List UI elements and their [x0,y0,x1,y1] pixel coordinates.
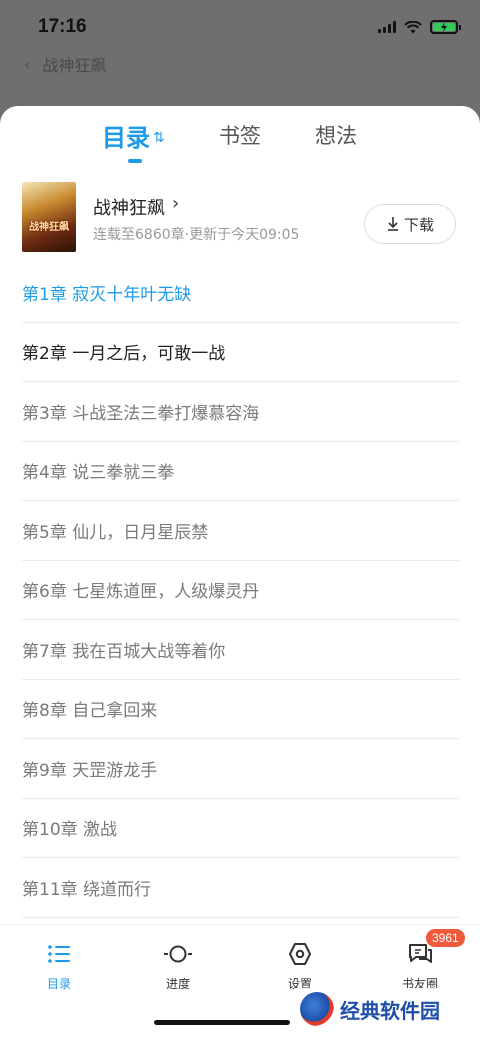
tab-ideas[interactable]: 想法 [315,120,357,150]
background-title: 战神狂飙 [42,56,107,75]
chapter-item[interactable]: 第4章 说三拳就三拳 [22,442,460,501]
book-title[interactable]: 战神狂飙 [93,194,165,220]
chapter-list: 第1章 寂灭十年叶无缺 第2章 一月之后，可敢一战 第3章 斗战圣法三拳打爆慕容… [22,263,460,918]
chapter-item[interactable]: 第3章 斗战圣法三拳打爆慕容海 [22,382,460,442]
sort-arrows-icon[interactable]: ⇅ [153,130,165,146]
home-indicator [154,1020,290,1025]
book-update-info: 连载至6860章·更新于今天09:05 [93,227,300,243]
settings-icon [289,943,311,965]
book-info: 战神狂飙 战神狂飙 › 连载至6860章·更新于今天09:05 下载 [22,180,458,256]
signal-icon [378,21,396,33]
book-cover[interactable]: 战神狂飙 [22,182,76,252]
tab-catalog[interactable]: 目录 [102,118,150,153]
chapter-item[interactable]: 第6章 七星炼道匣，人级爆灵丹 [22,561,460,620]
background-header: ‹ 战神狂飙 [24,52,106,76]
toolbar-settings-button[interactable]: 设置 [260,941,340,992]
chapter-item[interactable]: 第8章 自己拿回来 [22,680,460,739]
chapter-item[interactable]: 第9章 天罡游龙手 [22,739,460,799]
download-icon [387,217,398,231]
status-bar: 17:16 [0,0,480,58]
chapter-item[interactable]: 第7章 我在百城大战等着你 [22,620,460,680]
list-icon [48,945,70,963]
status-icons [378,20,461,34]
chevron-left-icon: ‹ [24,54,31,74]
watermark-text: 经典软件园 [340,998,440,1023]
book-cover-title: 战神狂飙 [29,222,69,233]
catalog-sheet: 目录 ⇅ 书签 想法 战神狂飙 战神狂飙 › 连载至6860章·更新于今天09:… [0,106,480,1039]
download-button[interactable]: 下载 [364,204,456,244]
toolbar-community-button[interactable]: 3961 书友圈 [380,929,465,992]
toolbar-catalog-label: 目录 [46,977,71,991]
chevron-right-icon[interactable]: › [172,193,179,214]
chapter-item[interactable]: 第10章 激战 [22,799,460,858]
tab-bar: 目录 ⇅ 书签 想法 [0,116,480,166]
progress-icon [164,945,192,963]
chapter-item[interactable]: 第2章 一月之后，可敢一战 [22,323,460,382]
toolbar-progress-label: 进度 [165,977,190,991]
battery-icon [430,20,461,34]
chat-icon [409,944,432,963]
watermark: 经典软件园 [292,988,448,1030]
download-label: 下载 [403,215,434,234]
chapter-item[interactable]: 第11章 绕道而行 [22,858,460,918]
tab-bookmarks[interactable]: 书签 [219,120,261,150]
toolbar-progress-button[interactable]: 进度 [138,941,218,992]
wifi-icon [404,20,422,33]
tab-active-indicator [128,159,142,163]
chapter-item[interactable]: 第1章 寂灭十年叶无缺 [22,263,460,323]
chapter-item[interactable]: 第5章 仙儿，日月星辰禁 [22,501,460,561]
watermark-logo-icon [300,992,334,1026]
toolbar-catalog-button[interactable]: 目录 [19,941,99,992]
status-time: 17:16 [38,16,87,37]
community-badge: 3961 [426,929,465,947]
